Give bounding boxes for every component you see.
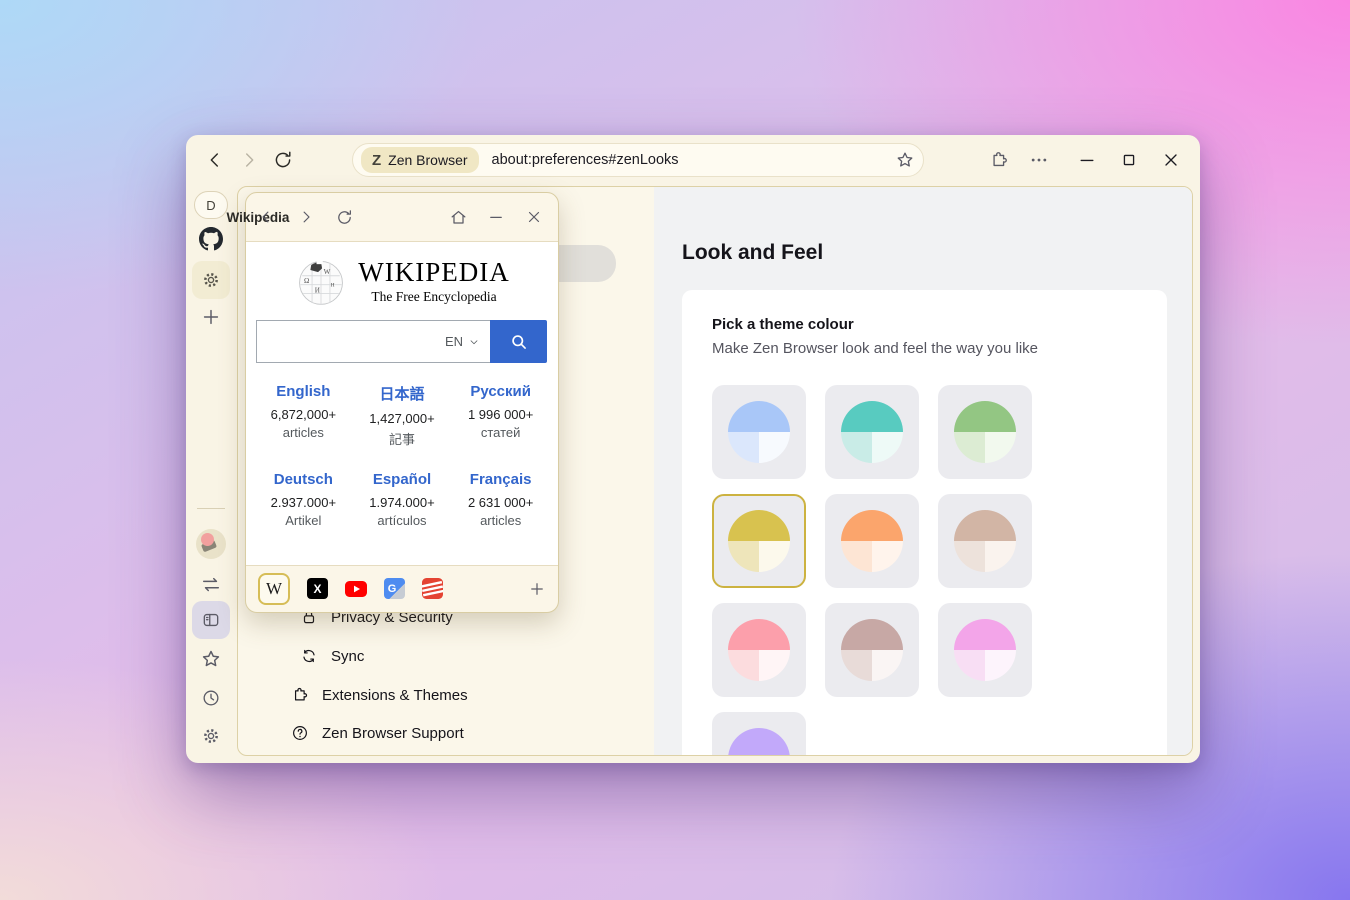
- nav-label: Zen Browser Support: [322, 725, 464, 742]
- magnifier-icon: [509, 332, 529, 352]
- settings-content-pane: Look and Feel Pick a theme colour Make Z…: [654, 187, 1193, 756]
- pip-dock: W X G: [246, 565, 558, 612]
- settings-tab-active[interactable]: [192, 261, 230, 299]
- minimize-button[interactable]: [1070, 143, 1104, 177]
- language-link[interactable]: Русский1 996 000+статей: [451, 383, 550, 448]
- language-link[interactable]: English6,872,000+articles: [254, 383, 353, 448]
- dock-translate-icon[interactable]: G: [384, 578, 405, 599]
- theme-swatch-grid: [712, 385, 1032, 756]
- pip-forward-button[interactable]: [294, 205, 318, 229]
- language-link[interactable]: Français2 631 000+articles: [451, 471, 550, 528]
- svg-text:И: И: [315, 287, 320, 295]
- theme-swatch-yellow[interactable]: [712, 494, 806, 588]
- svg-text:W: W: [324, 268, 331, 276]
- maximize-button[interactable]: [1112, 143, 1146, 177]
- wikipedia-tagline: The Free Encyclopedia: [358, 289, 509, 305]
- workspace-label: D: [206, 198, 215, 213]
- reload-button[interactable]: [266, 143, 300, 177]
- site-identity-label: Zen Browser: [388, 152, 467, 168]
- page-title: Look and Feel: [682, 241, 823, 265]
- desktop-background: Z Zen Browser about:preferences#zenLooks: [0, 0, 1350, 900]
- sidebar-rail: D: [186, 185, 236, 763]
- language-link[interactable]: Deutsch2.937.000+Artikel: [254, 471, 353, 528]
- sidebar-item-sync[interactable]: Sync: [300, 644, 364, 668]
- close-button[interactable]: [1154, 143, 1188, 177]
- swap-arrows-icon[interactable]: [199, 573, 223, 597]
- pip-close-button[interactable]: [522, 205, 546, 229]
- theme-swatch-tan[interactable]: [938, 494, 1032, 588]
- menu-ellipsis-icon[interactable]: [1022, 143, 1056, 177]
- nav-label: Sync: [331, 648, 364, 665]
- wikipedia-wordmark: WIKIPEDIA: [358, 259, 509, 286]
- theme-swatch-mauve[interactable]: [825, 603, 919, 697]
- new-tab-plus-icon[interactable]: [199, 305, 223, 329]
- svg-text:Ω: Ω: [304, 277, 309, 285]
- svg-text:н: н: [331, 280, 335, 288]
- theme-swatch-orange[interactable]: [825, 494, 919, 588]
- zen-logo-icon: Z: [372, 152, 381, 169]
- pip-home-button[interactable]: [446, 205, 470, 229]
- wikipedia-search-input[interactable]: EN: [256, 320, 490, 363]
- theme-swatch-magenta[interactable]: [938, 603, 1032, 697]
- sidebar-item-extensions-themes[interactable]: Extensions & Themes: [291, 683, 468, 707]
- rail-divider: [197, 508, 225, 509]
- chevron-down-icon: [468, 336, 480, 348]
- card-subtitle: Make Zen Browser look and feel the way y…: [712, 340, 1038, 357]
- wikipedia-w-icon: W: [266, 579, 282, 599]
- github-tab-icon[interactable]: [199, 227, 223, 251]
- wikipedia-page: Ω W И н WIKIPEDIA The Free Encyclopedia …: [246, 241, 558, 566]
- bookmarks-star-icon[interactable]: [199, 647, 223, 671]
- url-bar[interactable]: Z Zen Browser about:preferences#zenLooks: [352, 143, 924, 177]
- theme-swatch-green[interactable]: [938, 385, 1032, 479]
- sidebar-item-support[interactable]: Zen Browser Support: [291, 721, 464, 745]
- bookmark-star-icon[interactable]: [895, 150, 915, 170]
- dock-x-twitter-icon[interactable]: X: [307, 578, 328, 599]
- history-clock-icon[interactable]: [199, 686, 223, 710]
- language-link[interactable]: 日本語1,427,000+記事: [353, 383, 452, 448]
- pip-titlebar[interactable]: Wikipedia: [246, 193, 558, 241]
- sidebar-toggle-active[interactable]: [192, 601, 230, 639]
- wikipedia-search-button[interactable]: [490, 320, 547, 363]
- wikipedia-pip-window: Wikipedia: [245, 192, 559, 613]
- nav-label: Extensions & Themes: [322, 687, 468, 704]
- wikipedia-language-grid: English6,872,000+articles日本語1,427,000+記事…: [254, 383, 550, 528]
- theme-swatch-pink[interactable]: [712, 603, 806, 697]
- theme-swatch-teal[interactable]: [825, 385, 919, 479]
- profile-avatar[interactable]: [196, 529, 226, 559]
- dock-wikipedia-active[interactable]: W: [258, 573, 290, 605]
- wikipedia-globe-icon: Ω W И н: [294, 257, 348, 307]
- language-selector[interactable]: EN: [445, 334, 463, 349]
- pip-back-button[interactable]: [254, 205, 278, 229]
- extensions-icon[interactable]: [982, 143, 1016, 177]
- pip-reload-button[interactable]: [332, 205, 356, 229]
- settings-gear-icon[interactable]: [199, 724, 223, 748]
- dock-todoist-icon[interactable]: [422, 578, 443, 599]
- card-title: Pick a theme colour: [712, 316, 854, 333]
- dock-youtube-icon[interactable]: [345, 581, 367, 597]
- theme-swatch-blue[interactable]: [712, 385, 806, 479]
- language-link[interactable]: Español1.974.000+artículos: [353, 471, 452, 528]
- forward-button[interactable]: [232, 143, 266, 177]
- browser-toolbar: Z Zen Browser about:preferences#zenLooks: [186, 135, 1200, 185]
- dock-add-icon[interactable]: [528, 580, 546, 598]
- pip-minimize-button[interactable]: [484, 205, 508, 229]
- theme-colour-card: Pick a theme colour Make Zen Browser loo…: [682, 290, 1167, 756]
- theme-swatch-purple[interactable]: [712, 712, 806, 756]
- workspace-pill[interactable]: D: [194, 191, 228, 219]
- back-button[interactable]: [198, 143, 232, 177]
- url-text: about:preferences#zenLooks: [492, 152, 895, 168]
- site-identity-badge[interactable]: Z Zen Browser: [361, 147, 479, 173]
